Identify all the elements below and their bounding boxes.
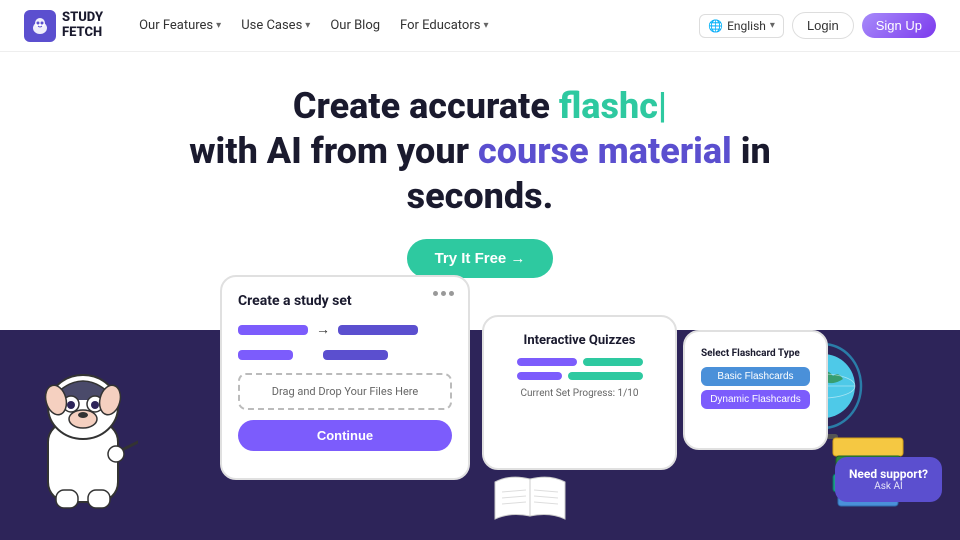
- output-bar-1: [338, 325, 418, 335]
- nav-blog[interactable]: Our Blog: [322, 14, 388, 37]
- quiz-pill-1: [517, 358, 577, 366]
- mascot: [28, 342, 138, 512]
- nav-right: 🌐 English ▾ Login Sign Up: [699, 12, 936, 39]
- arrow-icon: →: [316, 321, 330, 338]
- try-free-button[interactable]: Try It Free →: [407, 239, 554, 278]
- continue-button[interactable]: Continue: [238, 420, 452, 451]
- dynamic-flashcards-button[interactable]: Dynamic Flashcards: [701, 390, 810, 409]
- dot-3: [449, 291, 454, 296]
- flashcard-type-card: Select Flashcard Type Basic Flashcards D…: [683, 330, 828, 450]
- nav-links: Our Features ▾ Use Cases ▾ Our Blog For …: [131, 14, 699, 37]
- support-widget[interactable]: Need support? Ask AI: [835, 457, 942, 502]
- flashcard-type-title: Select Flashcard Type: [701, 348, 810, 359]
- navbar: STUDY FETCH Our Features ▾ Use Cases ▾ O…: [0, 0, 960, 52]
- hero-line2-plain: with AI from your: [189, 130, 478, 172]
- quiz-pill-4: [568, 372, 643, 380]
- chevron-down-icon: ▾: [305, 20, 310, 31]
- card-menu-dots[interactable]: [433, 291, 454, 296]
- hero-headline: Create accurate flashc| with AI from you…: [20, 84, 940, 219]
- mascot-svg: [28, 342, 138, 512]
- quiz-card: Interactive Quizzes Current Set Progress…: [482, 315, 677, 470]
- chevron-down-icon: ▾: [483, 20, 488, 31]
- logo[interactable]: STUDY FETCH: [24, 10, 103, 42]
- dot-2: [441, 291, 446, 296]
- quiz-pill-2: [583, 358, 643, 366]
- hero-line1-highlight: flashc|: [559, 85, 667, 127]
- login-button[interactable]: Login: [792, 12, 854, 39]
- hero-line2-highlight: course material: [478, 130, 732, 172]
- hero-line1-plain: Create accurate: [293, 85, 559, 127]
- input-bar-2: [238, 350, 293, 360]
- quiz-progress: Current Set Progress: 1/10: [500, 388, 659, 399]
- hero-line3: seconds.: [407, 175, 554, 217]
- signup-button[interactable]: Sign Up: [862, 13, 936, 38]
- study-card-title: Create a study set: [238, 293, 452, 309]
- logo-icon: [24, 10, 56, 42]
- quiz-row-2: [500, 372, 659, 380]
- nav-features[interactable]: Our Features ▾: [131, 14, 229, 37]
- quiz-pill-3: [517, 372, 562, 380]
- quiz-row-1: [500, 358, 659, 366]
- support-sub: Ask AI: [849, 481, 928, 492]
- input-bar-1: [238, 325, 308, 335]
- nav-educators[interactable]: For Educators ▾: [392, 14, 496, 37]
- quiz-card-title: Interactive Quizzes: [500, 333, 659, 348]
- dot-1: [433, 291, 438, 296]
- nav-use-cases[interactable]: Use Cases ▾: [233, 14, 318, 37]
- open-book: [490, 474, 570, 528]
- basic-flashcards-button[interactable]: Basic Flashcards: [701, 367, 810, 386]
- chevron-down-icon: ▾: [216, 20, 221, 31]
- support-title: Need support?: [849, 467, 928, 481]
- bar-row-1: →: [238, 321, 452, 338]
- open-book-svg: [490, 474, 570, 524]
- output-bar-2: [323, 350, 388, 360]
- logo-text: STUDY FETCH: [62, 11, 103, 40]
- flag-icon: 🌐: [708, 19, 723, 33]
- hero-section: Create accurate flashc| with AI from you…: [0, 52, 960, 298]
- bar-row-2: →: [238, 346, 452, 363]
- drop-zone[interactable]: Drag and Drop Your Files Here: [238, 373, 452, 410]
- chevron-down-icon: ▾: [770, 20, 775, 31]
- study-set-card: Create a study set → → Drag and Drop You…: [220, 275, 470, 480]
- language-selector[interactable]: 🌐 English ▾: [699, 14, 784, 38]
